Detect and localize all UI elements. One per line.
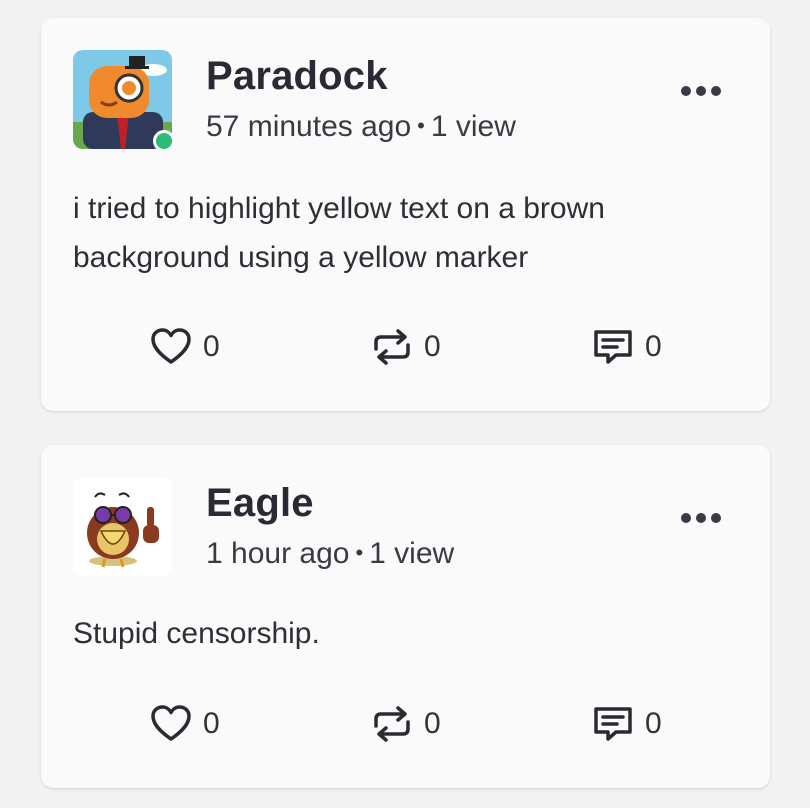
comment-icon: [594, 707, 632, 741]
online-status-indicator: [153, 130, 175, 152]
avatar[interactable]: [73, 477, 172, 576]
username[interactable]: Eagle: [206, 481, 314, 526]
more-dots-icon[interactable]: [680, 511, 722, 525]
view-count: 1 view: [369, 537, 455, 570]
heart-icon: [151, 705, 191, 741]
avatar-image: [73, 477, 172, 576]
meta-separator: •: [417, 113, 425, 138]
like-count: 0: [203, 707, 220, 740]
comment-count: 0: [645, 330, 662, 363]
avatar[interactable]: [73, 50, 175, 152]
repost-count: 0: [424, 707, 441, 740]
like-button[interactable]: 0: [150, 704, 220, 744]
post-card: Eagle 1 hour ago • 1 view Stupid censorshi…: [41, 445, 770, 788]
repost-button[interactable]: 0: [371, 327, 441, 367]
comment-count: 0: [645, 707, 662, 740]
view-count: 1 view: [430, 110, 516, 143]
repost-count: 0: [424, 330, 441, 363]
repost-icon: [374, 329, 410, 365]
post-meta: 57 minutes ago • 1 view: [206, 110, 516, 144]
post-time: 1 hour ago: [206, 537, 350, 570]
like-button[interactable]: 0: [150, 327, 220, 367]
repost-icon: [374, 706, 410, 742]
comment-icon: [594, 330, 632, 364]
post-time: 57 minutes ago: [206, 110, 412, 143]
comment-button[interactable]: 0: [592, 327, 662, 367]
username[interactable]: Paradock: [206, 54, 388, 99]
comment-button[interactable]: 0: [592, 704, 662, 744]
heart-icon: [151, 328, 191, 364]
post-text: Stupid censorship.: [73, 617, 320, 650]
repost-button[interactable]: 0: [371, 704, 441, 744]
more-dots-icon[interactable]: [680, 84, 722, 98]
post-text: i tried to highlight yellow text on a br…: [73, 192, 605, 274]
like-count: 0: [203, 330, 220, 363]
meta-separator: •: [355, 540, 364, 565]
post-card: Paradock 57 minutes ago • 1 view i tried t…: [41, 18, 770, 411]
post-meta: 1 hour ago • 1 view: [206, 537, 454, 571]
